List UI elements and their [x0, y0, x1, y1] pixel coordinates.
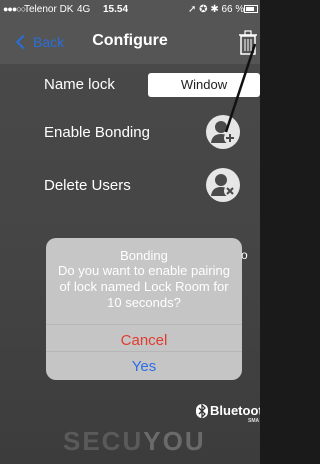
delete-users-button[interactable] — [206, 168, 240, 202]
signal-strength: ●●●○○ — [3, 4, 26, 14]
background — [0, 0, 260, 464]
bluetooth-label: Bluetooth — [210, 403, 260, 418]
delete-users-label: Delete Users — [44, 177, 131, 194]
dialog-title: Bonding — [120, 248, 168, 263]
enable-bonding-button[interactable] — [206, 115, 240, 149]
network-type: 4G — [77, 4, 91, 15]
obscured-edge-text: o — [241, 248, 248, 262]
secuyou-logo: SECUYOU — [63, 426, 206, 457]
dialog-message: Do you want to enable pairing of lock na… — [57, 263, 230, 310]
name-lock-label: Name lock — [44, 76, 115, 93]
status-icons: ➚ ✪ ✱ 66 % — [188, 4, 245, 15]
battery-icon — [244, 5, 258, 13]
page-title: Configure — [92, 32, 168, 49]
clock-time: 15.54 — [103, 4, 129, 15]
navigation-bar: Back Configure — [0, 20, 260, 64]
add-user-icon — [211, 121, 236, 144]
configure-screen: ●●●○○ Telenor DK 4G 15.54 ➚ ✪ ✱ 66 % Bac… — [0, 0, 260, 464]
name-lock-field[interactable]: Window — [148, 73, 260, 97]
divider — [46, 324, 242, 325]
yes-button[interactable]: Yes — [46, 353, 242, 381]
carrier-name: Telenor DK — [24, 4, 74, 15]
remove-user-icon — [211, 174, 236, 197]
cancel-button[interactable]: Cancel — [46, 327, 242, 355]
trash-icon[interactable] — [238, 28, 258, 56]
status-bar: ●●●○○ Telenor DK 4G 15.54 ➚ ✪ ✱ 66 % — [0, 0, 260, 20]
bluetooth-sublabel: SMA — [248, 418, 260, 424]
enable-bonding-label: Enable Bonding — [44, 124, 150, 141]
logo-secu: SECU — [63, 426, 144, 456]
bluetooth-badge: Bluetooth — [196, 403, 260, 418]
logo-you: YOU — [143, 426, 206, 456]
bluetooth-icon — [196, 403, 208, 418]
